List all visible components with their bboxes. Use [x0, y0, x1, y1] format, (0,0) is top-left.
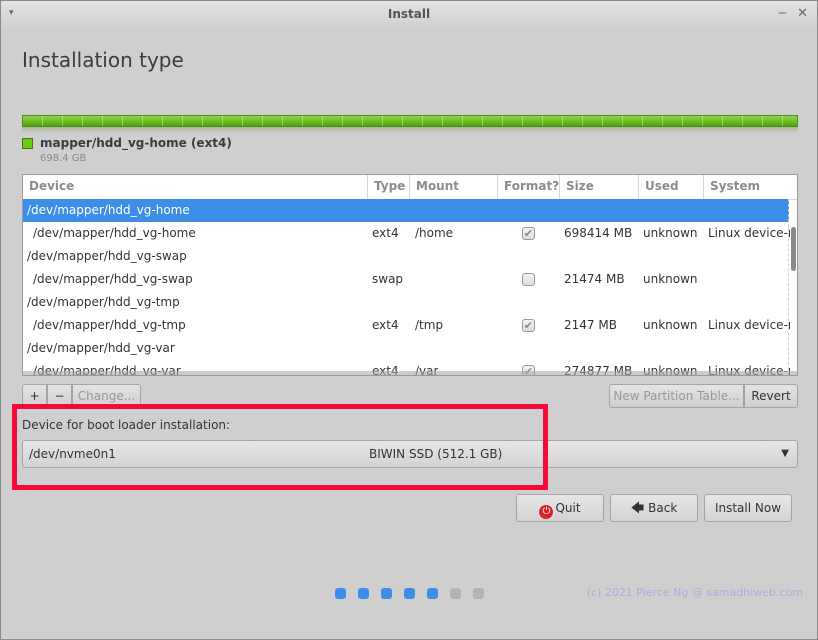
add-partition-button[interactable]: +	[22, 384, 47, 408]
cell-type: ext4	[372, 226, 399, 240]
bootloader-device-select[interactable]: /dev/nvme0n1 BIWIN SSD (512.1 GB) ▼	[22, 440, 798, 468]
copyright-credit: (c) 2021 Pierce Ng @ samadhiweb.com	[586, 586, 803, 599]
cell-used: unknown	[643, 318, 698, 332]
quit-label: Quit	[555, 501, 581, 515]
cell-mount: /tmp	[415, 318, 444, 332]
cell-device: /dev/mapper/hdd_vg-var	[27, 341, 175, 355]
cell-size: 698414 MB	[564, 226, 633, 240]
change-partition-button[interactable]: Change...	[72, 384, 141, 408]
table-header: Device Type Mount point Format? Size Use…	[23, 175, 797, 216]
table-row[interactable]: /dev/mapper/hdd_vg-tmp ext4/tmp 2147 MB unk…	[23, 314, 790, 337]
column-header-type[interactable]: Type	[368, 175, 410, 199]
cell-device: /dev/mapper/hdd_vg-tmp	[33, 318, 186, 332]
format-checkbox[interactable]: ✔	[522, 227, 535, 240]
cell-device: /dev/mapper/hdd_vg-tmp	[27, 295, 180, 309]
back-label: Back	[648, 501, 678, 515]
column-header-format[interactable]: Format?	[498, 175, 560, 199]
column-header-size[interactable]: Size	[560, 175, 639, 199]
installer-window: ▾ Install ‒ ✕ Installation type mapper/h…	[0, 0, 818, 640]
table-row[interactable]: /dev/mapper/hdd_vg-home	[23, 199, 789, 222]
remove-partition-button[interactable]: −	[47, 384, 72, 408]
cell-device: /dev/mapper/hdd_vg-swap	[27, 249, 187, 263]
page-title: Installation type	[22, 48, 184, 72]
partition-bar-reflection	[22, 127, 798, 133]
new-partition-table-button[interactable]: New Partition Table...	[609, 384, 744, 408]
minimize-icon[interactable]: ‒	[778, 5, 787, 21]
vertical-scrollbar[interactable]	[788, 199, 797, 375]
cell-system	[708, 291, 790, 314]
cell-used: unknown	[643, 226, 698, 240]
cell-device: /dev/mapper/hdd_vg-home	[33, 226, 196, 240]
column-header-used[interactable]: Used	[639, 175, 704, 199]
partition-legend-size: 698.4 GB	[40, 153, 87, 164]
back-button[interactable]: 🡄 Back	[610, 494, 698, 522]
cell-system: Linux device-ma	[708, 318, 790, 332]
horizontal-scrollbar[interactable]	[23, 371, 797, 375]
partition-legend-label: mapper/hdd_vg-home (ext4)	[40, 136, 232, 150]
bootloader-device-path: /dev/nvme0n1	[29, 447, 116, 461]
cell-type: ext4	[372, 318, 399, 332]
table-row[interactable]: /dev/mapper/hdd_vg-tmp	[23, 291, 789, 314]
cell-size: 2147 MB	[564, 318, 617, 332]
step-dot	[358, 588, 369, 599]
partition-legend-swatch	[22, 138, 33, 149]
step-dot	[427, 588, 438, 599]
format-checkbox[interactable]	[522, 273, 535, 286]
cell-device: /dev/mapper/hdd_vg-swap	[33, 272, 193, 286]
cell-system: Linux device-ma	[708, 226, 790, 240]
step-dot	[404, 588, 415, 599]
bootloader-device-model: BIWIN SSD (512.1 GB)	[369, 447, 503, 461]
table-row[interactable]: /dev/mapper/hdd_vg-swap swap 21474 MB unkno…	[23, 268, 789, 291]
close-icon[interactable]: ✕	[797, 6, 808, 21]
step-dot	[381, 588, 392, 599]
cell-system	[708, 268, 790, 291]
install-now-button[interactable]: Install Now	[704, 494, 792, 522]
power-icon: ⏻	[539, 505, 554, 519]
table-row[interactable]: /dev/mapper/hdd_vg-home ext4/home 698414 M…	[23, 222, 790, 245]
step-dot	[473, 588, 484, 599]
arrow-left-icon: 🡄	[630, 501, 645, 516]
window-title: Install	[387, 7, 431, 21]
partition-bar	[22, 115, 798, 127]
column-header-device[interactable]: Device	[23, 175, 368, 199]
quit-button[interactable]: ⏻ Quit	[516, 494, 604, 522]
cell-mount: /home	[415, 226, 454, 240]
step-dot	[335, 588, 346, 599]
cell-system	[708, 337, 790, 360]
table-row[interactable]: /dev/mapper/hdd_vg-var	[23, 337, 789, 360]
cell-size: 21474 MB	[564, 272, 625, 286]
title-bar[interactable]: ▾ Install ‒ ✕	[1, 1, 817, 29]
format-checkbox[interactable]: ✔	[522, 319, 535, 332]
column-header-system[interactable]: System	[704, 175, 797, 199]
cell-system	[708, 199, 790, 222]
dropdown-arrow-icon: ▼	[781, 448, 789, 459]
bootloader-label: Device for boot loader installation:	[22, 418, 231, 432]
revert-button[interactable]: Revert	[744, 384, 798, 408]
table-row[interactable]: /dev/mapper/hdd_vg-swap	[23, 245, 789, 268]
cell-system	[708, 245, 790, 268]
cell-type: swap	[372, 272, 404, 286]
step-dot	[450, 588, 461, 599]
cell-used: unknown	[643, 272, 698, 286]
cell-device: /dev/mapper/hdd_vg-home	[27, 203, 190, 217]
scrollbar-thumb[interactable]	[791, 227, 796, 271]
partition-table[interactable]: Device Type Mount point Format? Size Use…	[22, 174, 798, 376]
column-header-mount-point[interactable]: Mount point	[410, 175, 498, 216]
